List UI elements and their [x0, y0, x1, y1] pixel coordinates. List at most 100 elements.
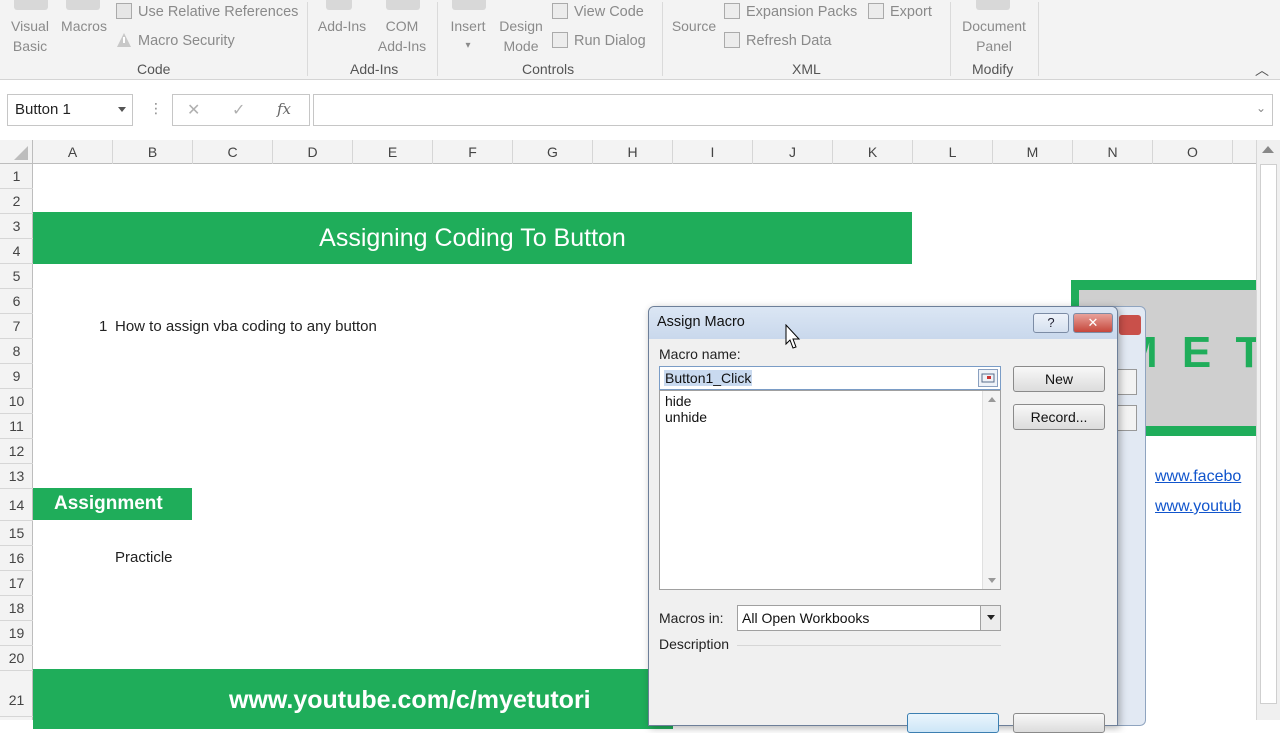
row-header-18[interactable]: 18: [0, 596, 33, 621]
column-headers: ABCDEFGHIJKLMNO: [0, 140, 1256, 164]
column-header-b[interactable]: B: [113, 140, 193, 164]
column-header-g[interactable]: G: [513, 140, 593, 164]
row-header-4[interactable]: 4: [0, 239, 33, 264]
view-code-button[interactable]: View Code: [552, 2, 644, 22]
cancel-icon[interactable]: ✕: [187, 100, 200, 120]
macro-security-button[interactable]: Macro Security: [116, 31, 235, 51]
cancel-button[interactable]: [1013, 713, 1105, 733]
macro-list-item-hide[interactable]: hide: [665, 393, 691, 409]
row-header-2[interactable]: 2: [0, 189, 33, 214]
row-header-19[interactable]: 19: [0, 621, 33, 646]
scroll-up-icon[interactable]: [1262, 146, 1274, 153]
row-header-5[interactable]: 5: [0, 264, 33, 289]
insert-function-icon[interactable]: fx: [277, 100, 291, 118]
ok-button[interactable]: [907, 713, 999, 733]
column-header-c[interactable]: C: [193, 140, 273, 164]
column-header-h[interactable]: H: [593, 140, 673, 164]
chevron-down-icon[interactable]: [118, 107, 126, 112]
macro-name-input[interactable]: Button1_Click: [659, 366, 1001, 390]
group-separator: [1038, 2, 1039, 76]
add-ins-button[interactable]: Add-Ins: [313, 16, 371, 36]
formula-input[interactable]: ⌄: [313, 94, 1273, 126]
export-button[interactable]: Export: [868, 2, 932, 22]
column-header-n[interactable]: N: [1073, 140, 1153, 164]
expansion-packs-icon: [724, 3, 740, 19]
row-header-17[interactable]: 17: [0, 571, 33, 596]
document-panel-label-2: Panel: [976, 38, 1012, 54]
document-panel-label-1: Document: [962, 18, 1026, 34]
column-header-o[interactable]: O: [1153, 140, 1233, 164]
item-text: How to assign vba coding to any button: [115, 318, 377, 335]
insert-icon: [452, 0, 486, 10]
scroll-up-icon[interactable]: [988, 397, 996, 402]
row-header-7[interactable]: 7: [0, 314, 33, 339]
column-header-k[interactable]: K: [833, 140, 913, 164]
row-header-20[interactable]: 20: [0, 646, 33, 671]
group-separator: [437, 2, 438, 76]
footer-text: www.youtube.com/c/myetutori: [229, 686, 591, 714]
macro-list-item-unhide[interactable]: unhide: [665, 409, 707, 425]
macros-in-label: Macros in:: [659, 610, 724, 626]
com-add-ins-button[interactable]: COM Add-Ins: [372, 16, 432, 56]
row-header-14[interactable]: 14: [0, 489, 33, 521]
youtube-link[interactable]: www.youtub: [1155, 498, 1241, 516]
name-box[interactable]: Button 1: [7, 94, 133, 126]
help-button[interactable]: ?: [1033, 313, 1069, 333]
collapse-dialog-icon[interactable]: [978, 369, 998, 387]
row-header-21[interactable]: 21: [0, 671, 33, 717]
column-header-m[interactable]: M: [993, 140, 1073, 164]
macros-in-value: All Open Workbooks: [742, 610, 870, 626]
document-panel-icon: [976, 0, 1010, 10]
row-header-11[interactable]: 11: [0, 414, 33, 439]
macro-list[interactable]: hide unhide: [659, 390, 1001, 590]
row-header-16[interactable]: 16: [0, 546, 33, 571]
row-header-15[interactable]: 15: [0, 521, 33, 546]
scroll-down-icon[interactable]: [988, 578, 996, 583]
row-header-3[interactable]: 3: [0, 214, 33, 239]
macros-icon: [66, 0, 100, 10]
macros-button[interactable]: Macros: [58, 16, 110, 36]
source-button[interactable]: Source: [666, 16, 722, 36]
record-button[interactable]: Record...: [1013, 404, 1105, 430]
use-relative-references-button[interactable]: Use Relative References: [116, 2, 298, 22]
run-dialog-button[interactable]: Run Dialog: [552, 31, 646, 51]
column-header-l[interactable]: L: [913, 140, 993, 164]
visual-basic-button[interactable]: Visual Basic: [6, 16, 54, 56]
column-header-a[interactable]: A: [33, 140, 113, 164]
expand-formula-icon[interactable]: ⌄: [1256, 101, 1266, 115]
visual-basic-label-1: Visual: [11, 18, 49, 34]
select-all-corner[interactable]: [0, 140, 33, 164]
more-options-icon: ⋮: [149, 100, 163, 116]
document-panel-button[interactable]: Document Panel: [954, 16, 1034, 56]
row-header-1[interactable]: 1: [0, 164, 33, 189]
insert-button[interactable]: Insert ▾: [444, 16, 492, 56]
design-mode-button[interactable]: Design Mode: [494, 16, 548, 56]
enter-icon[interactable]: ✓: [232, 100, 245, 120]
facebook-link[interactable]: www.facebo: [1155, 468, 1241, 486]
list-scrollbar[interactable]: [982, 391, 1000, 589]
close-button[interactable]: ✕: [1073, 313, 1113, 333]
row-header-10[interactable]: 10: [0, 389, 33, 414]
vertical-scrollbar[interactable]: [1256, 140, 1280, 720]
new-button[interactable]: New: [1013, 366, 1105, 392]
com-add-ins-label-1: COM: [385, 18, 419, 34]
row-header-13[interactable]: 13: [0, 464, 33, 489]
scrollbar-thumb[interactable]: [1260, 164, 1277, 704]
row-header-8[interactable]: 8: [0, 339, 33, 364]
column-header-f[interactable]: F: [433, 140, 513, 164]
name-box-value: Button 1: [15, 101, 71, 118]
row-header-9[interactable]: 9: [0, 364, 33, 389]
refresh-data-button[interactable]: Refresh Data: [724, 31, 831, 51]
row-header-12[interactable]: 12: [0, 439, 33, 464]
macros-in-select[interactable]: All Open Workbooks: [737, 605, 1001, 631]
expansion-packs-button[interactable]: Expansion Packs: [724, 2, 857, 22]
chevron-down-icon[interactable]: [980, 606, 1000, 630]
column-header-j[interactable]: J: [753, 140, 833, 164]
collapse-ribbon-icon[interactable]: ︿: [1255, 60, 1269, 80]
refresh-icon: [724, 32, 740, 48]
column-header-i[interactable]: I: [673, 140, 753, 164]
column-header-d[interactable]: D: [273, 140, 353, 164]
column-header-e[interactable]: E: [353, 140, 433, 164]
dialog-titlebar[interactable]: Assign Macro ? ✕: [649, 307, 1117, 339]
row-header-6[interactable]: 6: [0, 289, 33, 314]
